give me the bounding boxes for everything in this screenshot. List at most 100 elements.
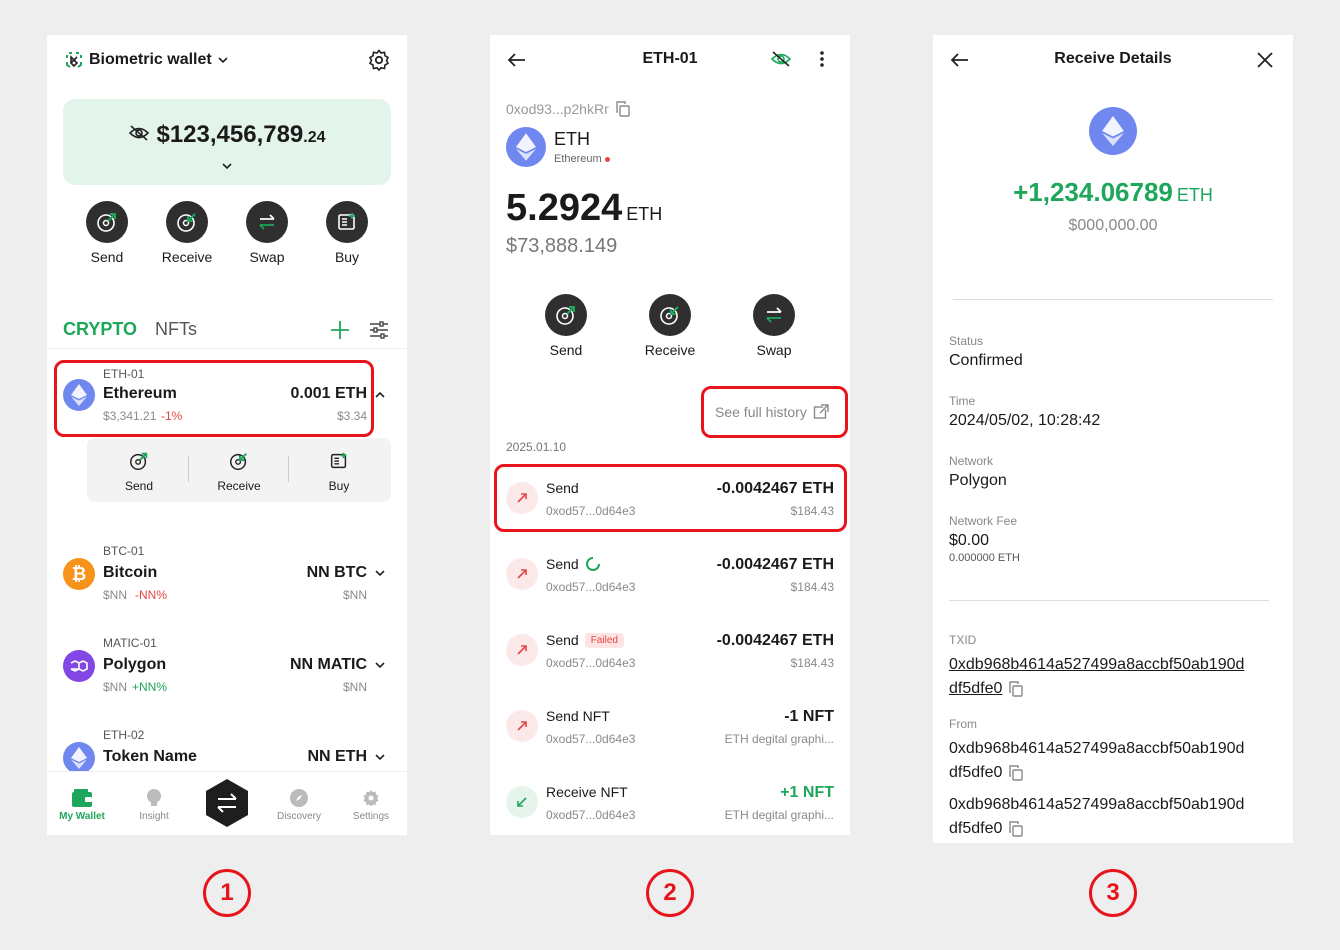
gear-icon[interactable] [367, 48, 391, 72]
chevron-up-icon[interactable] [373, 388, 387, 402]
chevron-down-icon[interactable] [373, 658, 387, 672]
wallet-selector[interactable]: Biometric wallet [63, 49, 230, 71]
tx-row[interactable]: Send Failed 0xod57...0d64e3 -0.0042467 ET… [490, 620, 850, 696]
txid-label: TXID [949, 633, 977, 647]
receive-button[interactable]: Receive [630, 294, 710, 358]
txid-line-2-row: df5dfe0 [949, 677, 1244, 701]
address-row[interactable]: 0xod93...p2hkRr [506, 101, 631, 117]
copy-icon[interactable] [1008, 681, 1024, 697]
tab-nfts[interactable]: NFTs [155, 319, 197, 340]
field-label: Network [949, 454, 994, 468]
total-balance-cents: .24 [303, 129, 326, 146]
compass-icon [290, 789, 308, 807]
tab-crypto[interactable]: CRYPTO [63, 319, 137, 340]
tx-title-row: Send [546, 556, 601, 572]
asset-row-bitcoin[interactable]: ₿ BTC-01 Bitcoin $NN -NN% NN BTC $NN [47, 542, 407, 614]
wallet-home-screen: Biometric wallet $123,456,789.24 Send Re… [47, 35, 407, 835]
copy-icon[interactable] [1008, 765, 1024, 781]
filter-icon[interactable] [368, 319, 390, 341]
amount-unit: ETH [1176, 185, 1213, 205]
network-fee-field: Network Fee $0.00 0.000000 ETH [949, 514, 1020, 564]
tx-title: Send [546, 556, 579, 572]
swap-fab[interactable] [203, 778, 251, 828]
failed-badge: Failed [584, 632, 624, 648]
swap-icon [259, 214, 275, 230]
nav-discovery[interactable]: Discovery [264, 788, 334, 822]
row-buy-button[interactable]: Buy [299, 450, 379, 493]
page-title: Receive Details [1054, 50, 1172, 67]
asset-price: $NN [103, 588, 128, 602]
balance-fiat: $73,888.149 [506, 235, 618, 257]
chevron-down-icon[interactable] [373, 750, 387, 764]
receive-button[interactable]: Receive [147, 201, 227, 265]
divider [949, 600, 1269, 601]
close-icon[interactable] [1255, 50, 1275, 70]
field-label: Time [949, 394, 976, 408]
receive-icon [177, 213, 196, 232]
more-vertical-icon[interactable] [812, 49, 832, 69]
nav-insight[interactable]: Insight [119, 788, 189, 822]
tx-row[interactable]: Send NFT 0xod57...0d64e3 -1 NFT ETH degi… [490, 696, 850, 772]
time-field: Time 2024/05/02, 10:28:42 [949, 394, 1100, 430]
txid-link[interactable]: 0xdb968b4614a527499a8accbf50ab190d df5df… [949, 653, 1244, 701]
to-line-2-row: df5dfe0 [949, 817, 1244, 841]
copy-icon[interactable] [1008, 821, 1024, 837]
lightbulb-icon [147, 789, 161, 806]
row-send-button[interactable]: Send [99, 450, 179, 493]
wallet-address: 0xod93...p2hkRr [506, 101, 609, 117]
send-icon [556, 306, 575, 325]
field-value: Polygon [949, 472, 1007, 489]
chevron-down-icon [218, 57, 228, 64]
txid-line-1: 0xdb968b4614a527499a8accbf50ab190d [949, 656, 1245, 673]
asset-row-polygon[interactable]: MATIC-01 Polygon $NN +NN% NN MATIC $NN [47, 634, 407, 706]
chevron-down-icon[interactable] [373, 566, 387, 580]
pending-spinner-icon [585, 557, 600, 571]
buy-button[interactable]: Buy [307, 201, 387, 265]
gear-icon [363, 790, 379, 807]
txid-line-2: df5dfe0 [949, 680, 1003, 697]
asset-tag: ETH-02 [103, 728, 145, 742]
buy-icon [330, 452, 347, 469]
tx-address: 0xod57...0d64e3 [546, 656, 636, 670]
tx-amount: -0.0042467 ETH [716, 632, 834, 649]
field-label: Network Fee [949, 514, 1018, 528]
to-line-2: df5dfe0 [949, 820, 1003, 837]
nav-my-wallet[interactable]: My Wallet [47, 788, 117, 822]
status-field: Status Confirmed [949, 334, 1023, 370]
balance-card[interactable]: $123,456,789.24 [63, 99, 391, 185]
network-name: Ethereum [554, 153, 602, 165]
send-button[interactable]: Send [526, 294, 606, 358]
tx-row[interactable]: Receive NFT 0xod57...0d64e3 +1 NFT ETH d… [490, 772, 850, 835]
swap-button[interactable]: Swap [734, 294, 814, 358]
ethereum-icon [1089, 107, 1137, 155]
asset-amount: NN MATIC [289, 656, 367, 673]
divider [288, 456, 289, 482]
asset-fiat: $NN [342, 588, 367, 602]
ethereum-icon [63, 742, 95, 774]
tx-fiat: ETH degital graphi... [724, 732, 834, 746]
field-value: 2024/05/02, 10:28:42 [949, 412, 1101, 429]
ethereum-icon [506, 127, 546, 167]
swap-button[interactable]: Swap [227, 201, 307, 265]
balance-unit: ETH [626, 204, 663, 224]
field-value: $0.00 [949, 532, 990, 549]
chevron-down-icon[interactable] [220, 159, 234, 173]
eye-hidden-icon[interactable] [128, 124, 150, 142]
add-icon[interactable] [329, 319, 351, 341]
send-button[interactable]: Send [67, 201, 147, 265]
to-line-1: 0xdb968b4614a527499a8accbf50ab190d [949, 796, 1245, 813]
tx-title: Send [546, 632, 579, 648]
copy-icon[interactable] [615, 101, 631, 117]
tx-row[interactable]: Send 0xod57...0d64e3 -0.0042467 ETH $184… [490, 544, 850, 620]
bottom-nav: My Wallet Insight Discovery Settings [47, 771, 407, 835]
eye-hidden-icon[interactable] [770, 50, 792, 68]
asset-row-token[interactable]: ETH-02 Token Name NN ETH [47, 726, 407, 776]
biometric-icon [66, 52, 82, 68]
asset-tag: BTC-01 [103, 544, 145, 558]
swap-label: Swap [249, 249, 285, 265]
highlight-box [701, 386, 848, 438]
step-marker-2: 2 [646, 869, 694, 917]
row-receive-button[interactable]: Receive [199, 450, 279, 493]
nav-settings[interactable]: Settings [336, 788, 406, 822]
from-address: 0xdb968b4614a527499a8accbf50ab190d df5df… [949, 737, 1244, 785]
